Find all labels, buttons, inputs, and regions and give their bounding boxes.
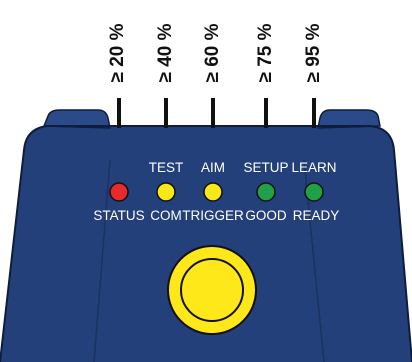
threshold-label: ≥ 20 % [107, 23, 128, 83]
leader-line [117, 98, 121, 128]
led-bottom-label-good: GOOD [245, 208, 287, 223]
leader-line [164, 98, 168, 128]
led-bottom-label-status: STATUS [93, 208, 145, 223]
threshold-2: ≥ 40 % [154, 6, 178, 100]
threshold-label: ≥ 40 % [155, 23, 176, 83]
led-good-green [256, 182, 276, 202]
led-bottom-label-ready: READY [292, 208, 340, 223]
leader-line [312, 98, 316, 128]
threshold-label: ≥ 75 % [255, 23, 276, 83]
led-trigger-yellow [203, 182, 223, 202]
led-bottom-label-trigger: TRIGGER [182, 208, 244, 223]
led-top-label-test: TEST [148, 160, 184, 175]
led-com-yellow [156, 182, 176, 202]
trigger-button-inner[interactable] [180, 258, 244, 322]
led-status-red [109, 182, 129, 202]
threshold-label: ≥ 60 % [202, 23, 223, 83]
threshold-4: ≥ 75 % [254, 6, 278, 100]
led-bottom-label-com: COM [150, 208, 182, 223]
led-top-label-setup: SETUP [243, 160, 289, 175]
leader-line [264, 98, 268, 128]
led-ready-green [304, 182, 324, 202]
led-top-label-aim: AIM [200, 160, 226, 175]
threshold-label: ≥ 95 % [303, 23, 324, 83]
threshold-1: ≥ 20 % [106, 6, 130, 100]
leader-line [211, 98, 215, 128]
led-top-label-learn: LEARN [291, 160, 337, 175]
device-diagram: ≥ 20 % ≥ 40 % ≥ 60 % ≥ 75 % ≥ 95 % TEST … [0, 0, 412, 362]
threshold-5: ≥ 95 % [302, 6, 326, 100]
threshold-3: ≥ 60 % [201, 6, 225, 100]
